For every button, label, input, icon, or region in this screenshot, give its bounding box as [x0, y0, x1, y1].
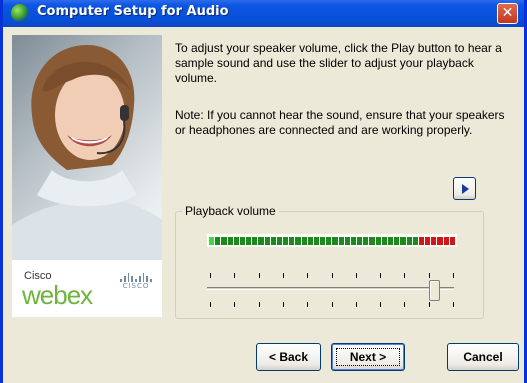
meter-segment	[301, 237, 307, 245]
meter-segment	[387, 237, 394, 245]
meter-segment	[406, 237, 412, 245]
meter-segment	[425, 237, 431, 245]
slider-tick	[380, 273, 381, 278]
meter-segment	[215, 237, 221, 245]
meter-segment	[344, 237, 350, 245]
slider-tick	[234, 302, 235, 307]
meter-segment	[350, 237, 357, 245]
cisco-bars-icon	[119, 272, 153, 282]
meter-segment	[400, 237, 406, 245]
slider-tick	[332, 302, 333, 307]
slider-ticks-bottom	[210, 302, 454, 308]
focus-rect	[336, 348, 400, 366]
slider-ticks-top	[210, 273, 454, 279]
play-button[interactable]	[453, 177, 476, 200]
next-button[interactable]: Next >	[331, 343, 405, 371]
meter-segment	[221, 237, 227, 245]
webex-ball-icon	[11, 4, 29, 22]
meter-segment	[239, 237, 246, 245]
cancel-button[interactable]: Cancel	[447, 343, 519, 371]
meter-segment	[320, 237, 326, 245]
slider-tick	[429, 273, 430, 278]
meter-segment	[252, 237, 258, 245]
cisco-logo: CISCO	[119, 272, 153, 290]
slider-tick	[404, 302, 405, 307]
slider-tick	[429, 302, 430, 307]
slider-tick	[356, 273, 357, 278]
title-bar[interactable]: Computer Setup for Audio ✕	[3, 0, 524, 27]
meter-segment	[289, 237, 295, 245]
close-icon: ✕	[501, 5, 514, 21]
meter-segment	[209, 237, 215, 245]
meter-segment	[258, 237, 264, 245]
meter-segment	[449, 237, 455, 245]
meter-segment	[264, 237, 270, 245]
logo-area: Cisco webex CISCO	[12, 260, 162, 317]
slider-tick	[356, 302, 357, 307]
meter-segment	[443, 237, 449, 245]
slider-tick	[404, 273, 405, 278]
meter-segment	[418, 237, 425, 245]
back-button[interactable]: < Back	[256, 343, 321, 371]
slider-tick	[307, 273, 308, 278]
volume-slider-track[interactable]	[207, 287, 454, 290]
instructions-text: To adjust your speaker volume, click the…	[175, 41, 502, 85]
close-button[interactable]: ✕	[497, 3, 518, 24]
meter-segment	[233, 237, 239, 245]
cisco-wordmark: CISCO	[122, 282, 150, 290]
volume-level-meter	[207, 234, 457, 247]
meter-segment	[375, 237, 381, 245]
meter-segment	[307, 237, 313, 245]
slider-tick	[332, 273, 333, 278]
slider-tick	[210, 302, 211, 307]
slider-tick	[259, 302, 260, 307]
slider-tick	[210, 273, 211, 278]
meter-segment	[332, 237, 338, 245]
meter-segment	[394, 237, 400, 245]
meter-segment	[326, 237, 332, 245]
meter-segment	[227, 237, 233, 245]
meter-segment	[270, 237, 276, 245]
meter-segment	[363, 237, 369, 245]
meter-segment	[283, 237, 289, 245]
meter-segment	[276, 237, 283, 245]
playback-volume-label: Playback volume	[182, 204, 279, 218]
meter-segment	[246, 237, 252, 245]
meter-segment	[412, 237, 418, 245]
meter-segment	[313, 237, 320, 245]
slider-tick	[453, 302, 454, 307]
headset-woman-photo	[12, 45, 162, 260]
slider-tick	[380, 302, 381, 307]
slider-tick	[307, 302, 308, 307]
hero-image: Cisco webex CISCO	[12, 35, 162, 317]
slider-tick	[283, 302, 284, 307]
slider-tick	[453, 273, 454, 278]
meter-segment	[338, 237, 344, 245]
meter-segment	[295, 237, 301, 245]
slider-tick	[259, 273, 260, 278]
meter-segment	[431, 237, 437, 245]
slider-tick	[283, 273, 284, 278]
meter-segment	[357, 237, 363, 245]
meter-segment	[369, 237, 375, 245]
note-text: Note: If you cannot hear the sound, ensu…	[175, 108, 505, 137]
meter-segment	[437, 237, 443, 245]
volume-slider-thumb[interactable]	[429, 280, 440, 301]
slider-tick	[234, 273, 235, 278]
meter-segment	[381, 237, 387, 245]
webex-logo: webex	[22, 280, 93, 310]
window-title: Computer Setup for Audio	[37, 4, 229, 19]
